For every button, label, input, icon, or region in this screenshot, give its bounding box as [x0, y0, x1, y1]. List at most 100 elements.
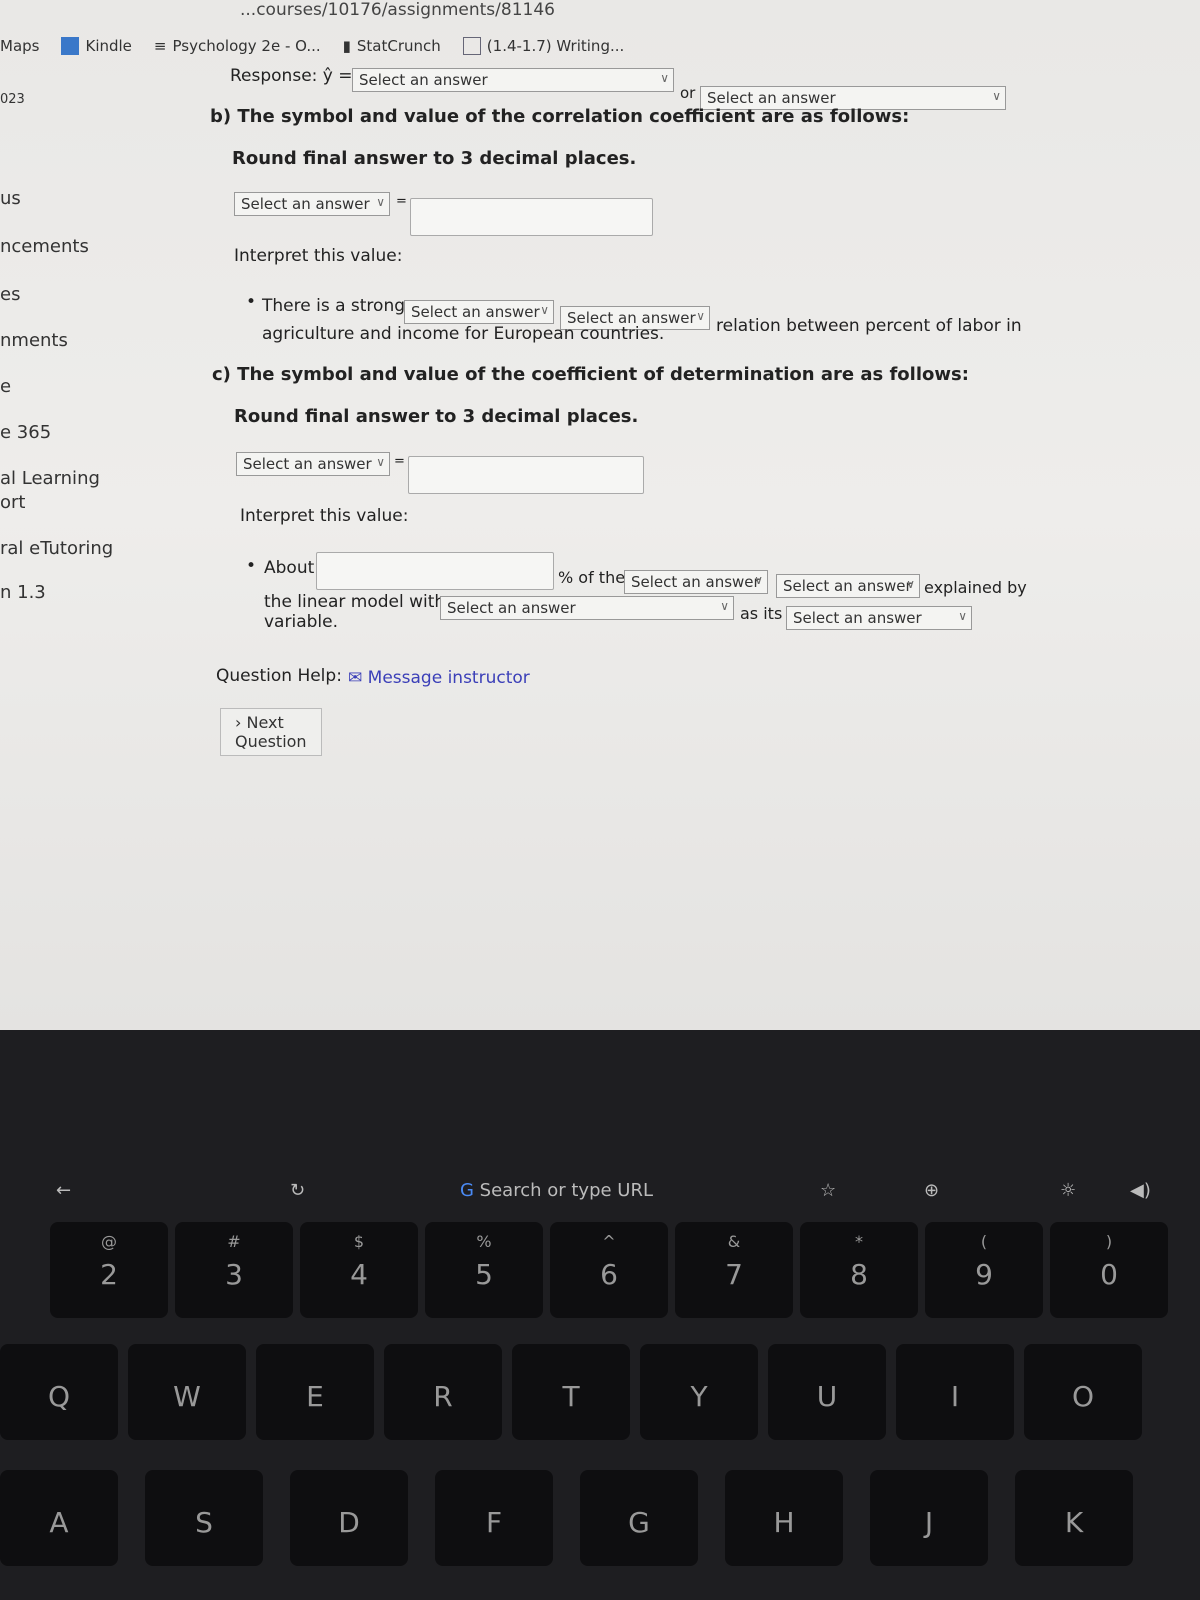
key-label: D	[338, 1506, 360, 1539]
sidebar-item[interactable]: 023	[0, 92, 25, 107]
key-y[interactable]: Y	[640, 1344, 758, 1440]
part-c-variable-select[interactable]: Select an answer ∨	[776, 574, 920, 598]
key-symbol: %	[476, 1232, 492, 1251]
key-g[interactable]: G	[580, 1470, 698, 1566]
button-label: Next Question	[235, 713, 307, 751]
part-c-line2-pre: the linear model with	[264, 592, 446, 612]
key-2[interactable]: @2	[50, 1222, 168, 1318]
about-text: About	[264, 558, 315, 578]
sidebar-item[interactable]: e	[0, 376, 11, 397]
part-b-value-input[interactable]	[410, 198, 653, 236]
part-b-bullet-line2: agriculture and income for European coun…	[262, 324, 665, 344]
sidebar-item[interactable]: n 1.3	[0, 582, 46, 603]
key-6[interactable]: ^ 6	[550, 1222, 668, 1318]
bookmarks-bar: Maps Kindle ≡ Psychology 2e - O... ▮ StatC…	[0, 30, 1200, 62]
bookmark-statcrunch[interactable]: ▮ StatCrunch	[343, 37, 441, 55]
key-d[interactable]: D	[290, 1470, 408, 1566]
key-label: O	[1071, 1380, 1095, 1413]
key-s[interactable]: S	[145, 1470, 263, 1566]
brightness-icon[interactable]: ☼	[1060, 1180, 1076, 1201]
part-c-round: Round final answer to 3 decimal places.	[234, 406, 639, 427]
key-i[interactable]: I	[896, 1344, 1014, 1440]
chevron-down-icon: ∨	[660, 71, 669, 85]
key-4[interactable]: $4	[300, 1222, 418, 1318]
bullet: •	[246, 292, 257, 312]
part-c-symbol-select[interactable]: Select an answer ∨	[236, 452, 390, 476]
key-9[interactable]: (9	[925, 1222, 1043, 1318]
as-its-text: as its	[740, 604, 783, 623]
volume-icon[interactable]: ◀)	[1130, 1180, 1151, 1201]
question-help-label: Question Help:	[216, 666, 342, 686]
bookmark-psychology[interactable]: ≡ Psychology 2e - O...	[154, 37, 321, 55]
sidebar-item[interactable]: ral eTutoring	[0, 538, 113, 559]
part-c-interpret: Interpret this value:	[240, 506, 409, 526]
key-label: E	[306, 1380, 324, 1413]
response-select-1[interactable]: Select an answer ∨	[352, 68, 674, 92]
or-text: or	[680, 84, 696, 102]
bookmark-kindle[interactable]: Kindle	[61, 37, 132, 55]
message-instructor-link[interactable]: ✉ Message instructor	[348, 668, 530, 688]
chevron-down-icon: ∨	[958, 609, 967, 623]
part-c-value-input[interactable]	[408, 456, 644, 494]
document-icon	[462, 37, 481, 55]
key-label: 5	[475, 1258, 493, 1291]
key-0[interactable]: ) 0	[1050, 1222, 1168, 1318]
key-label: 0	[1100, 1258, 1118, 1291]
part-c-variation-select[interactable]: Select an answer ∨	[624, 570, 768, 594]
key-symbol: )	[1105, 1232, 1113, 1251]
key-o[interactable]: O	[1024, 1344, 1142, 1440]
key-label: 6	[600, 1258, 618, 1291]
key-label: T	[562, 1380, 580, 1413]
key-label: A	[49, 1506, 69, 1539]
star-icon[interactable]: ☆	[820, 1180, 836, 1201]
key-e[interactable]: E	[256, 1344, 374, 1440]
key-k[interactable]: K	[1015, 1470, 1133, 1566]
address-bar-url[interactable]: ...courses/10176/assignments/81146	[240, 0, 555, 20]
next-question-button[interactable]: › Next Question	[220, 708, 322, 756]
select-value: Select an answer	[447, 599, 576, 617]
bookmark-writing[interactable]: (1.4-1.7) Writing...	[462, 37, 624, 55]
key-7[interactable]: & 7	[675, 1222, 793, 1318]
sidebar-item[interactable]: e 365	[0, 422, 51, 443]
key-label: J	[924, 1506, 934, 1539]
key-w[interactable]: W	[128, 1344, 246, 1440]
sidebar-item[interactable]: nments	[0, 330, 68, 351]
key-8[interactable]: * 8	[800, 1222, 918, 1318]
google-icon: G	[460, 1180, 480, 1201]
sidebar-item[interactable]: ncements	[0, 236, 89, 257]
equals-sign: =	[394, 454, 405, 469]
key-label: Y	[690, 1380, 708, 1413]
add-icon[interactable]: ⊕	[924, 1180, 939, 1201]
touchbar-search[interactable]: G Search or type URL	[460, 1180, 653, 1201]
part-c-percent-input[interactable]	[316, 552, 554, 590]
sidebar-item[interactable]: al Learning	[0, 468, 100, 489]
key-t[interactable]: T	[512, 1344, 630, 1440]
part-b-strength-select[interactable]: Select an answer ∨	[404, 300, 554, 324]
part-c-role-select[interactable]: Select an answer ∨	[786, 606, 972, 630]
equals-sign: =	[396, 194, 407, 209]
key-j[interactable]: J	[870, 1470, 988, 1566]
sidebar-item[interactable]: us	[0, 188, 21, 209]
chevron-down-icon: ∨	[376, 455, 385, 469]
select-value: Select an answer	[631, 573, 760, 591]
sidebar-item[interactable]: es	[0, 284, 20, 305]
key-f[interactable]: F	[435, 1470, 553, 1566]
select-value: Select an answer	[783, 577, 912, 595]
reload-icon[interactable]: ↻	[290, 1180, 305, 1201]
key-u[interactable]: U	[768, 1344, 886, 1440]
back-arrow-icon[interactable]: ←	[56, 1180, 71, 1201]
key-q[interactable]: Q	[0, 1344, 118, 1440]
sidebar-item[interactable]: ort	[0, 492, 25, 513]
part-c-model-variable-select[interactable]: Select an answer ∨	[440, 596, 734, 620]
key-3[interactable]: #3	[175, 1222, 293, 1318]
bookmark-maps[interactable]: Maps	[0, 37, 39, 55]
key-a[interactable]: A	[0, 1470, 118, 1566]
key-symbol: $	[353, 1232, 365, 1251]
key-5[interactable]: % 5	[425, 1222, 543, 1318]
select-value: Select an answer	[241, 195, 370, 213]
part-b-symbol-select[interactable]: Select an answer ∨	[234, 192, 390, 216]
key-r[interactable]: R	[384, 1344, 502, 1440]
select-value: Select an answer	[707, 89, 836, 107]
key-label: U	[816, 1380, 838, 1413]
key-h[interactable]: H	[725, 1470, 843, 1566]
